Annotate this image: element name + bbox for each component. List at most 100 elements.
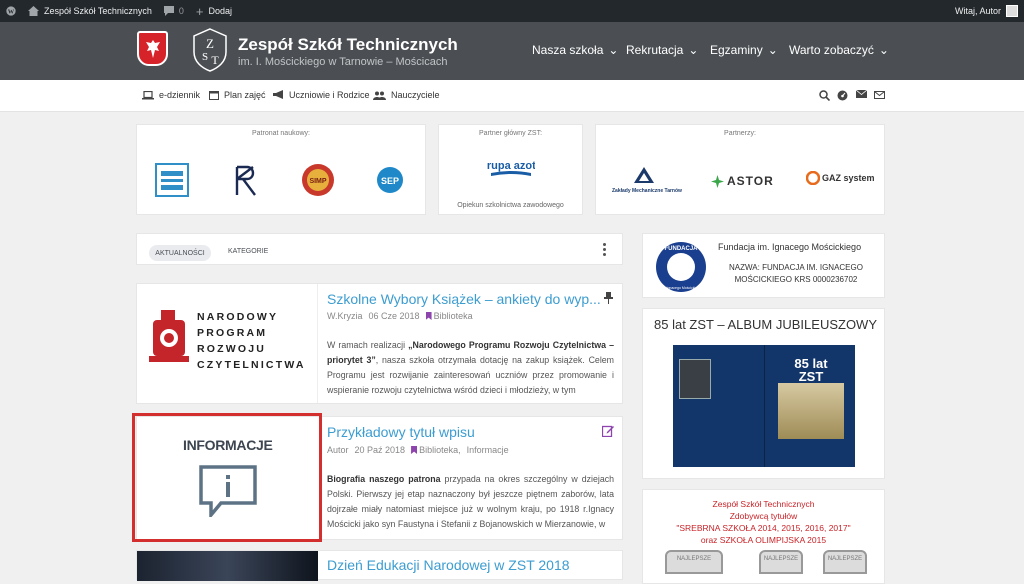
edit-icon[interactable] [602,425,614,437]
subnav-nauczyciele[interactable]: Nauczyciele [373,90,440,100]
tab-aktualnosci[interactable]: AKTUALNOŚCI [149,245,211,261]
nav-rekrutacja[interactable]: Rekrutacja ⌄ [626,43,698,57]
astor-logo[interactable]: ASTOR [711,174,774,188]
nav-nasza-szkola[interactable]: Nasza szkoła ⌄ [532,43,618,57]
poland-eagle-logo[interactable] [137,31,168,66]
more-options-icon[interactable] [603,243,607,257]
site-header: Z S T Zespół Szkół Technicznych im. I. M… [0,22,1024,80]
nav-label: Nasza szkoła [532,43,604,57]
post-category-label: Biblioteka, [419,445,461,455]
fundacja-widget: FUNDACJA im. Ignacego Mościckiego Fundac… [642,233,885,298]
site-title[interactable]: Zespół Szkół Technicznych [238,35,458,55]
plus-icon: + [195,3,204,19]
admin-site-name: Zespół Szkół Technicznych [44,6,152,16]
post-excerpt: W ramach realizacji „Narodowego Programu… [327,338,614,398]
subnav-label: Plan zajęć [224,90,266,100]
envelope-icon[interactable] [856,90,867,99]
comments-count: 0 [178,6,184,16]
post-card: NARODOWY PROGRAM ROZWOJU CZYTELNICTWA Sz… [136,283,623,404]
award-line: "SREBRNA SZKOŁA 2014, 2015, 2016, 2017" [676,523,851,533]
badge-label: NAJLEPSZE [763,556,799,562]
album-cover[interactable]: 85 lat ZST [673,345,855,467]
pk-logo[interactable] [233,165,257,197]
admin-add-label: Dodaj [208,6,233,16]
gaz-system-logo[interactable]: GAZ system [806,171,875,185]
svg-text:T: T [211,53,219,67]
admin-account-link[interactable]: Witaj, Autor [949,0,1024,22]
sep-logo-text: SEP [381,176,399,186]
svg-text:Z: Z [206,36,214,51]
zaklady-logo[interactable]: Zakłady Mechaniczne Tarnów [612,167,682,194]
admin-add-new-link[interactable]: + Dodaj [190,0,238,22]
npr-line: PROGRAM [197,327,268,339]
post-title[interactable]: Szkolne Wybory Książek – ankiety do wyp.… [327,291,601,307]
simp-logo[interactable]: SIMP [301,162,335,198]
post-author[interactable]: Autor [327,445,349,455]
admin-comments-link[interactable]: 0 [158,0,190,22]
bookmark-icon [425,312,432,320]
main-partner-card: Partner główny ZST: grupa azoty Opiekun … [438,124,583,215]
album-title[interactable]: 85 lat ZST – ALBUM JUBILEUSZOWY [654,317,877,332]
award-badge[interactable]: NAJLEPSZE [823,550,867,574]
envelope-outline-icon[interactable] [874,91,885,100]
post-title[interactable]: Dzień Edukacji Narodowej w ZST 2018 [327,557,570,573]
wordpress-logo-icon[interactable]: W [0,0,22,22]
nav-warto-zobaczyc[interactable]: Warto zobaczyć ⌄ [789,43,889,57]
post-thumbnail[interactable] [137,551,318,581]
subnav-uczniowie-rodzice[interactable]: Uczniowie i Rodzice [273,90,370,100]
npr-locomotive-logo [149,310,189,362]
pin-icon[interactable] [604,292,613,304]
post-date: 20 Paź 2018 [354,445,406,455]
award-text[interactable]: Zespół Szkół Technicznych Zdobywcą tytuł… [643,498,884,546]
badge-label: NAJLEPSZE [827,556,863,562]
post-meta: W.Kryzia 06 Cze 2018 Biblioteka [327,311,473,321]
tab-kategorie[interactable]: KATEGORIE [228,248,268,255]
award-widget: Zespół Szkół Technicznych Zdobywcą tytuł… [642,489,885,584]
post-category-label: Biblioteka [433,311,473,321]
main-partner-label: Partner główny ZST: [478,130,543,137]
award-line: Zdobywcą tytułów [729,511,798,521]
chevron-down-icon: ⌄ [767,43,778,57]
post-card: Dzień Edukacji Narodowej w ZST 2018 [136,550,623,581]
award-badge[interactable]: NAJLEPSZE [759,550,803,574]
bookmark-icon [411,446,418,454]
post-thumbnail[interactable]: NARODOWY PROGRAM ROZWOJU CZYTELNICTWA [137,284,318,403]
post-title[interactable]: Przykładowy tytuł wpisu [327,424,475,440]
fundacja-text: NAZWA: FUNDACJA IM. IGNACEGO MOŚCICKIEGO… [729,263,863,284]
partners-card: Partnerzy: Zakłady Mechaniczne Tarnów AS… [595,124,885,215]
admin-site-link[interactable]: Zespół Szkół Technicznych [22,0,158,22]
fundacja-logo[interactable]: FUNDACJA im. Ignacego Mościckiego [653,240,709,294]
album-building-photo [778,383,844,439]
pwsz-logo[interactable] [155,163,189,197]
grupa-azoty-logo[interactable]: grupa azoty [487,155,535,187]
subnav-plan-zajec[interactable]: Plan zajęć [209,90,266,100]
search-icon[interactable] [819,90,830,101]
award-badge[interactable]: NAJLEPSZE [665,550,723,574]
fundacja-title[interactable]: Fundacja im. Ignacego Mościckiego [718,242,861,252]
admin-greeting: Witaj, Autor [954,6,1001,16]
svg-text:W: W [8,9,15,16]
site-subtitle: im. I. Mościckiego w Tarnowie – Mościcac… [238,56,448,68]
svg-text:S: S [202,51,208,63]
sep-logo[interactable]: SEP [375,165,405,195]
chevron-down-icon: ⌄ [688,43,699,57]
post-category[interactable]: Biblioteka, [411,445,461,455]
post-author[interactable]: W.Kryzia [327,311,363,321]
chevron-down-icon: ⌄ [878,43,889,57]
zst-logo[interactable]: Z S T [192,28,228,72]
post-category[interactable]: Biblioteka [425,311,473,321]
award-line: oraz SZKOŁA OLIMPIJSKA 2015 [700,535,827,545]
calendar-icon [209,91,219,100]
nav-egzaminy[interactable]: Egzaminy ⌄ [710,43,778,57]
chevron-down-icon: ⌄ [608,43,619,57]
grupa-azoty-logo-text: grupa azoty [487,160,535,172]
main-partner-caption: Opiekun szkolnictwa zawodowego [457,202,564,209]
post-excerpt: Biografia naszego patrona przypada na ok… [327,472,614,532]
dashboard-icon[interactable] [837,90,848,101]
excerpt-lead: W ramach realizacji [327,340,406,350]
fundacja-logo-text: FUNDACJA [665,246,699,252]
post-category-2[interactable]: Informacje [467,445,509,455]
laptop-icon [142,90,154,99]
subnav-e-dziennik[interactable]: e-dziennik [142,90,200,100]
npr-logo-text: NARODOWY PROGRAM ROZWOJU CZYTELNICTWA [197,309,306,373]
